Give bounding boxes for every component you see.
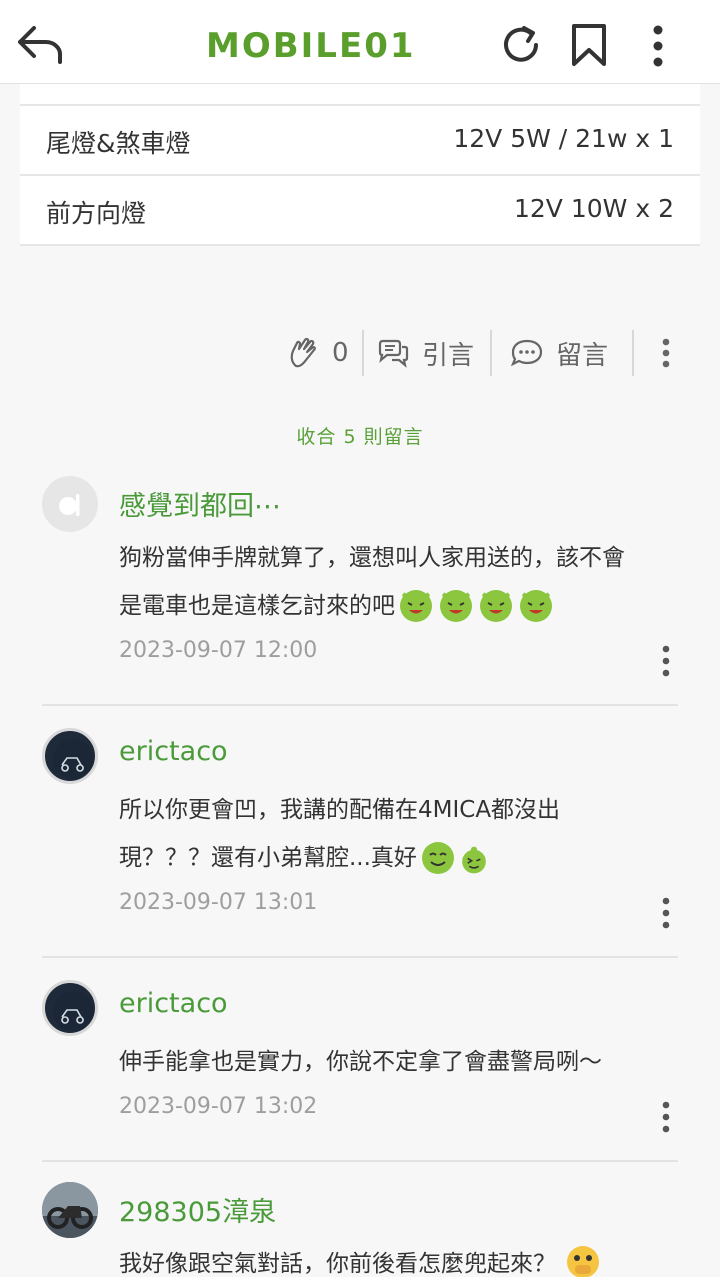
comment-item: 感覺到都回⋯ 狗粉當伸手牌就算了，還想叫人家用送的，該不會 是電車也是這樣乞討來…	[42, 476, 678, 706]
spec-label: 前方向燈	[46, 199, 147, 228]
comment-item: 298305漳泉 我好像跟空氣對話，你前後看怎麼兜起來？	[42, 1182, 678, 1277]
comment-divider	[42, 956, 678, 958]
comment-author[interactable]: 感覺到都回⋯	[119, 484, 281, 523]
comment-timestamp: 2023-09-07 12:00	[119, 638, 318, 663]
default-avatar-icon	[59, 494, 80, 516]
quote-icon	[378, 339, 409, 368]
reply-button[interactable]: 留言	[510, 326, 608, 380]
comment-author[interactable]: erictaco	[119, 988, 228, 1019]
comment-author[interactable]: 298305漳泉	[119, 1190, 276, 1229]
comment-line: 狗粉當伸手牌就算了，還想叫人家用送的，該不會	[119, 545, 625, 571]
comment-item: erictaco 所以你更會凹，我講的配備在4MICA都沒出 現？？？還有小弟幫…	[42, 728, 678, 958]
comment-timestamp: 2023-09-07 13:02	[119, 1094, 318, 1119]
comment-timestamp: 2023-09-07 13:01	[119, 890, 318, 915]
bookmark-button[interactable]	[568, 22, 610, 68]
avatar[interactable]	[42, 728, 98, 784]
comment-body: 所以你更會凹，我講的配備在4MICA都沒出 現？？？還有小弟幫腔...真好	[119, 786, 679, 882]
more-vertical-icon	[662, 645, 670, 677]
spec-value: 12V 5W / 21w x 1	[453, 124, 674, 153]
more-options-button[interactable]	[640, 22, 676, 70]
back-button[interactable]	[16, 22, 64, 66]
spec-label: 尾燈&煞車燈	[46, 129, 191, 158]
grinning-emoji-icon	[421, 842, 454, 874]
more-vertical-icon	[662, 1101, 670, 1133]
face-with-open-eyes-and-hand-over-mouth-emoji-icon	[567, 1246, 599, 1277]
post-action-bar: 0 引言 留言	[0, 326, 720, 380]
comment-line: 是電車也是這樣乞討來的吧	[119, 593, 395, 619]
more-vertical-icon	[653, 25, 663, 67]
avatar[interactable]	[42, 1182, 98, 1238]
top-bar: MOBILE01	[0, 0, 720, 84]
post-more-button[interactable]	[658, 326, 686, 380]
bookmark-icon	[572, 24, 606, 66]
avatar[interactable]	[42, 980, 98, 1036]
action-divider	[632, 330, 634, 376]
comment-more-button[interactable]	[658, 896, 674, 930]
comment-author[interactable]: erictaco	[119, 736, 228, 767]
refresh-icon	[504, 26, 538, 62]
comment-divider	[42, 1160, 678, 1162]
spec-table: 尾燈&煞車燈 12V 5W / 21w x 1 前方向燈 12V 10W x 2	[20, 84, 700, 246]
comment-line: 現？？？還有小弟幫腔...真好	[119, 845, 417, 871]
quote-label: 引言	[422, 340, 475, 371]
collapse-comments-link[interactable]: 收合 5 則留言	[0, 422, 720, 449]
like-button[interactable]: 0	[288, 326, 349, 380]
mobile01-logo[interactable]: MOBILE01	[206, 18, 476, 74]
comment-body: 伸手能拿也是實力，你說不定拿了會盡警局咧～	[119, 1038, 679, 1086]
logo-text: MOBILE01	[206, 26, 416, 66]
quote-button[interactable]: 引言	[376, 326, 474, 380]
scooter-avatar-icon	[53, 991, 93, 1031]
more-vertical-icon	[662, 897, 670, 929]
like-count: 0	[332, 338, 349, 368]
refresh-button[interactable]	[498, 22, 544, 68]
spec-row: 尾燈&煞車燈 12V 5W / 21w x 1	[20, 106, 700, 176]
comment-more-button[interactable]	[658, 644, 674, 678]
spec-value: 12V 10W x 2	[514, 194, 674, 223]
laughing-emoji-icon	[400, 590, 432, 622]
laughing-emoji-icon	[520, 590, 552, 622]
back-arrow-icon	[18, 26, 62, 64]
action-divider	[362, 330, 364, 376]
comment-line: 我好像跟空氣對話，你前後看怎麼兜起來？	[119, 1251, 556, 1277]
laughing-emoji-icon	[480, 590, 512, 622]
comment-line: 伸手能拿也是實力，你說不定拿了會盡警局咧～	[119, 1049, 602, 1075]
spec-row: 前方向燈 12V 10W x 2	[20, 176, 700, 246]
winking-emoji-icon	[462, 846, 486, 874]
action-divider	[490, 330, 492, 376]
comment-body: 我好像跟空氣對話，你前後看怎麼兜起來？	[119, 1240, 679, 1277]
comment-line: 所以你更會凹，我講的配備在4MICA都沒出	[119, 797, 561, 823]
avatar[interactable]	[42, 476, 98, 532]
comment-bubble-icon	[510, 339, 543, 367]
laughing-emoji-icon	[440, 590, 472, 622]
scooter-avatar-icon	[53, 739, 93, 779]
spec-row-partial	[20, 84, 700, 106]
motorcycle-photo-avatar-icon	[42, 1182, 98, 1238]
comment-more-button[interactable]	[658, 1100, 674, 1134]
clap-icon	[290, 337, 316, 368]
comment-divider	[42, 704, 678, 706]
comment-item: erictaco 伸手能拿也是實力，你說不定拿了會盡警局咧～ 2023-09-0…	[42, 980, 678, 1162]
more-vertical-icon	[662, 338, 670, 368]
reply-label: 留言	[556, 340, 609, 371]
comment-body: 狗粉當伸手牌就算了，還想叫人家用送的，該不會 是電車也是這樣乞討來的吧	[119, 534, 679, 630]
